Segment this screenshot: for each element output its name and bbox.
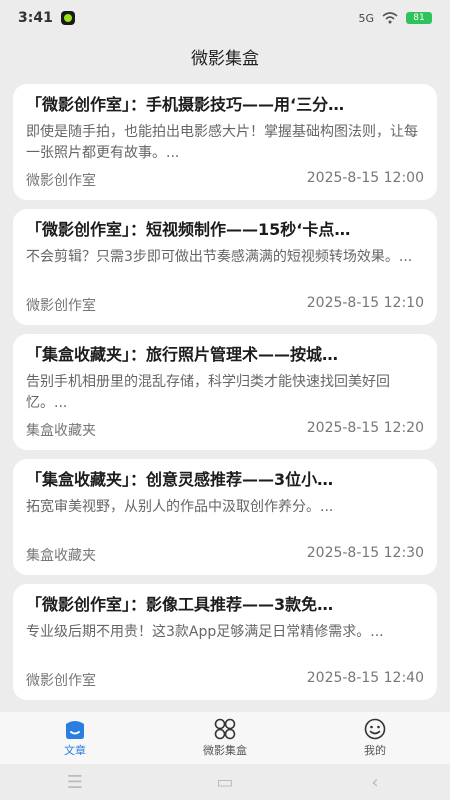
- page-title: 微影集盒: [191, 48, 259, 69]
- article-time: 2025-8-15 12:20: [306, 420, 424, 436]
- article-time: 2025-8-15 12:00: [306, 170, 424, 186]
- home-icon[interactable]: ▭: [205, 772, 245, 793]
- status-time: 3:41: [18, 10, 53, 26]
- grid-icon: [213, 718, 237, 740]
- signal-label: 5G: [358, 11, 374, 25]
- article-card[interactable]: 「集盒收藏夹」：旅行照片管理术——按城… 告别手机相册里的混乱存储，科学归类才能…: [13, 334, 437, 450]
- tab-label: 我的: [364, 744, 386, 757]
- smile-icon: [363, 718, 387, 740]
- article-desc: 不会剪辑？只需3步即可做出节奏感满满的短视频转场效果。...: [26, 249, 413, 265]
- tab-label: 文章: [64, 744, 86, 757]
- article-title: 「微影创作室」：短视频制作——15秒‘卡点…: [26, 220, 351, 239]
- article-icon: [63, 718, 87, 740]
- article-time: 2025-8-15 12:40: [306, 670, 424, 686]
- article-desc: 专业级后期不用贵！这3款App足够满足日常精修需求。...: [26, 624, 384, 640]
- notification-app-icon: [60, 11, 75, 25]
- menu-icon[interactable]: ☰: [55, 772, 95, 793]
- article-card[interactable]: 「微影创作室」：影像工具推荐——3款免… 专业级后期不用贵！这3款App足够满足…: [13, 584, 437, 700]
- wifi-icon: [382, 12, 398, 24]
- system-nav-bar: ☰ ▭ ‹: [0, 764, 450, 800]
- article-time: 2025-8-15 12:30: [306, 545, 424, 561]
- article-source: 微影创作室: [26, 173, 96, 189]
- article-title: 「集盒收藏夹」：创意灵感推荐——3位小…: [26, 470, 334, 489]
- article-title: 「集盒收藏夹」：旅行照片管理术——按城…: [26, 345, 339, 364]
- tab-label: 微影集盒: [203, 744, 247, 757]
- article-title: 「微影创作室」：手机摄影技巧——用‘三分…: [26, 95, 345, 114]
- article-desc: 即使是随手拍，也能拍出电影感大片！掌握基础构图法则，让每一张照片都更有故事。..…: [26, 124, 418, 161]
- status-bar: 3:41 5G 81: [0, 0, 450, 36]
- back-icon[interactable]: ‹: [355, 772, 395, 793]
- bottom-tab-bar: 文章 微影集盒 我的: [0, 712, 450, 764]
- article-card[interactable]: 「微影创作室」：手机摄影技巧——用‘三分… 即使是随手拍，也能拍出电影感大片！掌…: [13, 84, 437, 200]
- article-desc: 告别手机相册里的混乱存储，科学归类才能快速找回美好回忆。...: [26, 374, 390, 411]
- article-time: 2025-8-15 12:10: [306, 295, 424, 311]
- app-header: 微影集盒: [0, 36, 450, 76]
- article-source: 集盒收藏夹: [26, 548, 96, 564]
- article-source: 微影创作室: [26, 673, 96, 689]
- tab-articles[interactable]: 文章: [15, 718, 135, 758]
- article-card[interactable]: 「集盒收藏夹」：创意灵感推荐——3位小… 拓宽审美视野，从别人的作品中汲取创作养…: [13, 459, 437, 575]
- article-card[interactable]: 「微影创作室」：短视频制作——15秒‘卡点… 不会剪辑？只需3步即可做出节奏感满…: [13, 209, 437, 325]
- article-source: 微影创作室: [26, 298, 96, 314]
- article-desc: 拓宽审美视野，从别人的作品中汲取创作养分。...: [26, 499, 334, 515]
- tab-profile[interactable]: 我的: [315, 718, 435, 758]
- tab-collection[interactable]: 微影集盒: [165, 718, 285, 758]
- article-title: 「微影创作室」：影像工具推荐——3款免…: [26, 595, 334, 614]
- article-list: 「微影创作室」：手机摄影技巧——用‘三分… 即使是随手拍，也能拍出电影感大片！掌…: [13, 84, 437, 709]
- battery-indicator: 81: [406, 12, 432, 24]
- article-source: 集盒收藏夹: [26, 423, 96, 439]
